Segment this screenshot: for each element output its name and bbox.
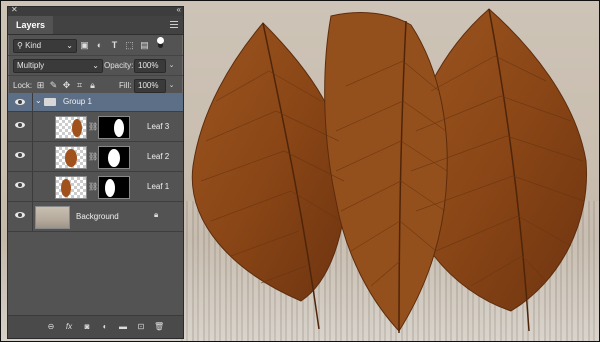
layer-name[interactable]: Leaf 1	[147, 182, 169, 192]
layer-row[interactable]: ⛓ Leaf 3	[8, 112, 183, 142]
blend-row: Multiply ⌄ Opacity: 100% ⌄	[8, 56, 183, 76]
search-icon: ⚲	[17, 41, 23, 50]
filter-adjustment-icon[interactable]: ◐	[94, 39, 105, 51]
fill-label: Fill:	[119, 81, 132, 90]
background-thumbnail[interactable]	[35, 206, 70, 229]
leaf-left	[191, 22, 347, 302]
eye-icon[interactable]	[15, 182, 25, 188]
layers-list: ⌄ Group 1 ⛓ Leaf 3 ⛓ Leaf 2 ⛓ Leaf 1 Bac…	[8, 93, 183, 315]
mask-shape-icon	[108, 149, 120, 167]
blend-mode-select[interactable]: Multiply ⌄	[13, 59, 103, 73]
visibility-divider	[32, 172, 33, 201]
new-group-icon[interactable]: ▬	[118, 321, 128, 332]
opacity-input[interactable]: 100%	[134, 59, 166, 73]
panel-topbar: ✕ «	[8, 5, 183, 16]
collapse-panel-icon[interactable]: «	[177, 5, 182, 14]
fill-dropdown-icon[interactable]: ⌄	[166, 80, 177, 92]
mask-shape-icon	[114, 119, 124, 137]
layer-thumbnail[interactable]	[55, 116, 87, 139]
panel-tab-row: Layers	[8, 16, 183, 35]
leaf-thumbnail-icon	[72, 119, 82, 137]
link-layers-icon[interactable]: ⊖	[46, 321, 56, 332]
layers-panel: ✕ « Layers ⚲ Kind ⌄ ▣ ◐ T ⬚ ▤ Multiply ⌄…	[7, 5, 184, 339]
layer-row[interactable]: ⛓ Leaf 1	[8, 172, 183, 202]
add-mask-icon[interactable]: ◙	[82, 321, 92, 332]
lock-transparent-icon[interactable]: ⊞	[35, 79, 46, 91]
lock-label: Lock:	[13, 81, 33, 90]
chain-link-icon[interactable]: ⛓	[88, 122, 98, 131]
fill-input[interactable]: 100%	[134, 79, 166, 93]
layer-thumbnail[interactable]	[55, 176, 87, 199]
opacity-value: 100%	[138, 61, 159, 70]
filter-toggle-knob	[157, 37, 164, 44]
tab-layers[interactable]: Layers	[8, 16, 54, 34]
chain-link-icon[interactable]: ⛓	[88, 182, 98, 191]
mask-thumbnail[interactable]	[98, 176, 130, 199]
new-layer-icon[interactable]: ⊡	[136, 321, 146, 332]
eye-icon[interactable]	[15, 99, 25, 105]
layer-row-background[interactable]: Background 🔒︎	[8, 202, 183, 232]
lock-icon: 🔒︎	[154, 210, 159, 219]
adjustment-icon[interactable]: ◐	[100, 321, 110, 332]
filter-row: ⚲ Kind ⌄ ▣ ◐ T ⬚ ▤	[8, 35, 183, 56]
eye-icon[interactable]	[15, 122, 25, 128]
app-window: ✕ « Layers ⚲ Kind ⌄ ▣ ◐ T ⬚ ▤ Multiply ⌄…	[0, 0, 600, 342]
opacity-dropdown-icon[interactable]: ⌄	[166, 60, 177, 72]
fill-value: 100%	[138, 81, 159, 90]
delete-icon[interactable]: 🗑︎	[154, 321, 164, 332]
visibility-divider	[32, 93, 33, 111]
panel-menu-icon[interactable]	[170, 21, 178, 28]
layer-row[interactable]: ⛓ Leaf 2	[8, 142, 183, 172]
chevron-down-icon: ⌄	[66, 41, 73, 50]
layer-name[interactable]: Leaf 3	[147, 122, 169, 132]
visibility-divider	[32, 142, 33, 171]
eye-icon[interactable]	[15, 152, 25, 158]
leaf-thumbnail-icon	[65, 149, 77, 167]
layer-name[interactable]: Background	[76, 212, 119, 222]
mask-thumbnail[interactable]	[98, 116, 130, 139]
visibility-divider	[32, 112, 33, 141]
filter-type-icon[interactable]: T	[109, 39, 120, 51]
lock-pixels-icon[interactable]: ✎	[48, 79, 59, 91]
panel-bottom-bar: ⊖ fx ◙ ◐ ▬ ⊡ 🗑︎	[8, 315, 183, 338]
chevron-down-icon: ⌄	[92, 61, 99, 70]
lock-artboard-icon[interactable]: ⌗	[74, 79, 85, 91]
filter-shape-icon[interactable]: ⬚	[124, 39, 135, 51]
opacity-label: Opacity:	[104, 61, 134, 70]
filter-kind-select[interactable]: ⚲ Kind ⌄	[13, 39, 77, 53]
chain-link-icon[interactable]: ⛓	[88, 152, 98, 161]
fx-icon[interactable]: fx	[64, 321, 74, 332]
blend-mode-value: Multiply	[17, 61, 45, 70]
layer-row-group[interactable]: ⌄ Group 1	[8, 93, 183, 112]
layer-name[interactable]: Group 1	[63, 97, 92, 107]
filter-smartobject-icon[interactable]: ▤	[139, 39, 150, 51]
folder-icon	[44, 98, 56, 106]
filter-pixel-icon[interactable]: ▣	[79, 39, 90, 51]
lock-all-icon[interactable]: 🔒︎	[87, 79, 98, 91]
leaf-middle	[324, 12, 448, 332]
lock-position-icon[interactable]: ✥	[61, 79, 72, 91]
mask-thumbnail[interactable]	[98, 146, 130, 169]
mask-shape-icon	[105, 179, 115, 197]
layer-thumbnail[interactable]	[55, 146, 87, 169]
close-panel-icon[interactable]: ✕	[11, 5, 18, 14]
chevron-down-icon[interactable]: ⌄	[35, 96, 42, 105]
leaf-thumbnail-icon	[61, 179, 71, 197]
eye-icon[interactable]	[15, 212, 25, 218]
filter-kind-label: Kind	[25, 41, 42, 50]
visibility-divider	[32, 202, 33, 231]
layer-name[interactable]: Leaf 2	[147, 152, 169, 162]
